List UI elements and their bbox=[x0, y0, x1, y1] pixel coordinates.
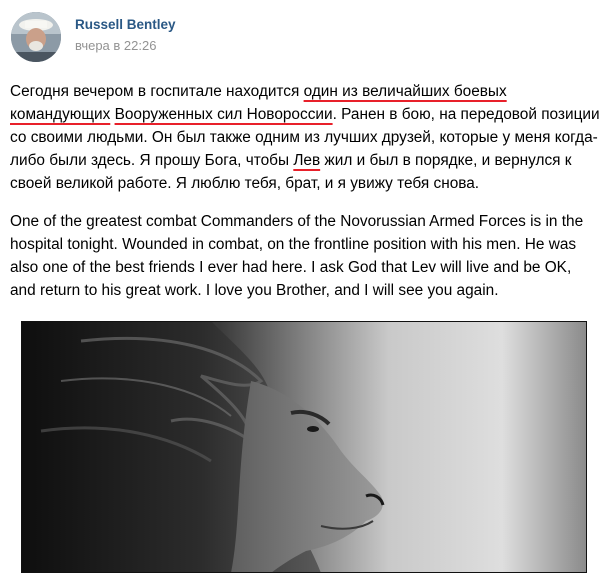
post-text-russian: Сегодня вечером в госпитале находится од… bbox=[10, 80, 600, 195]
post-text-english: One of the greatest combat Commanders of… bbox=[10, 213, 584, 299]
wall-post: Russell Bentley вчера в 22:26 Сегодня ве… bbox=[0, 0, 604, 573]
lion-image bbox=[21, 321, 587, 573]
post-photo-lion[interactable] bbox=[21, 321, 587, 573]
avatar[interactable] bbox=[11, 12, 61, 62]
highlighted-phrase: Вооруженных сил Новороссии bbox=[114, 106, 333, 123]
author-name[interactable]: Russell Bentley bbox=[75, 17, 176, 32]
highlighted-phrase: Лев bbox=[293, 152, 321, 169]
post-timestamp[interactable]: вчера в 22:26 bbox=[75, 38, 156, 53]
text-segment: Сегодня вечером в госпитале находится bbox=[10, 83, 304, 100]
avatar-photo bbox=[11, 12, 61, 62]
